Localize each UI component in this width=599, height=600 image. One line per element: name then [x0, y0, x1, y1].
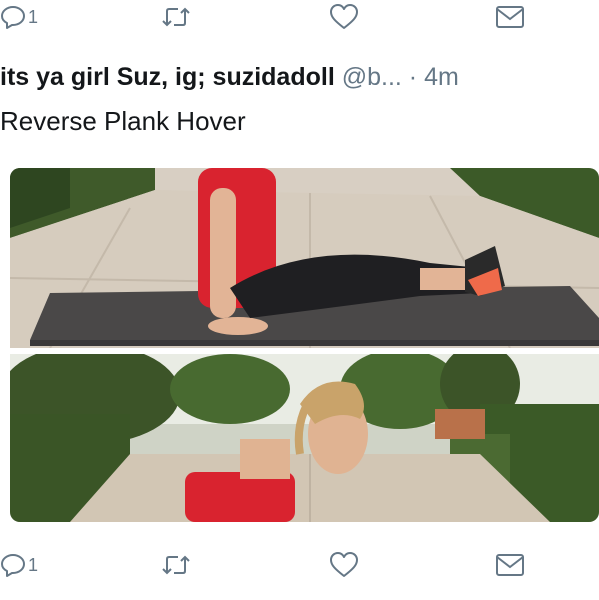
tweet-header: its ya girl Suz, ig; suzidadoll @b... · … [0, 62, 599, 92]
reply-icon [0, 552, 26, 578]
media-photo-2[interactable] [10, 354, 599, 522]
top-like-button[interactable] [329, 2, 359, 32]
reply-icon [0, 4, 26, 30]
top-action-bar: 1 [0, 0, 599, 34]
tweet-timestamp[interactable]: 4m [424, 63, 459, 91]
retweet-button[interactable] [160, 550, 192, 580]
like-icon [329, 3, 359, 31]
tweet-media[interactable] [10, 168, 599, 522]
top-reply-button[interactable]: 1 [0, 2, 38, 32]
bottom-action-bar: 1 [0, 548, 599, 582]
retweet-icon [160, 552, 192, 578]
media-photo-1[interactable] [10, 168, 599, 348]
tweet-text: Reverse Plank Hover [0, 106, 246, 136]
like-icon [329, 551, 359, 579]
top-retweet-button[interactable] [160, 2, 192, 32]
dm-button[interactable] [495, 550, 525, 580]
user-handle[interactable]: @b... [342, 63, 402, 91]
dm-icon [495, 4, 525, 30]
like-button[interactable] [329, 550, 359, 580]
top-dm-button[interactable] [495, 2, 525, 32]
meta-separator: · [408, 63, 418, 91]
retweet-icon [160, 4, 192, 30]
dm-icon [495, 552, 525, 578]
display-name[interactable]: its ya girl Suz, ig; suzidadoll [0, 63, 335, 91]
reply-button[interactable]: 1 [0, 550, 38, 580]
reply-count: 1 [28, 554, 39, 575]
reply-count: 1 [28, 6, 39, 27]
